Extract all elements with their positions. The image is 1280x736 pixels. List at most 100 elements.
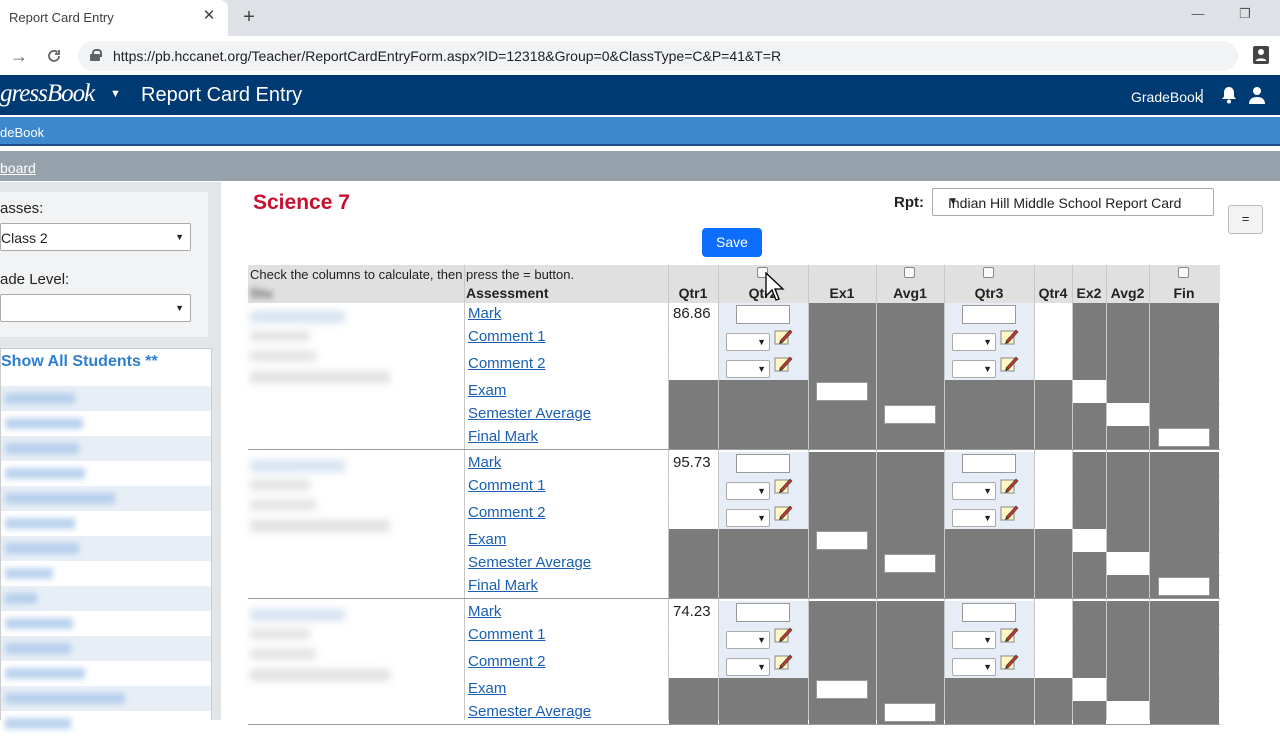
assessment-link-semester-average[interactable]: Semester Average — [468, 405, 591, 422]
calc-checkbox-fin[interactable] — [1178, 267, 1189, 278]
edit-comment-icon[interactable] — [774, 653, 794, 671]
student-list-item[interactable] — [1, 611, 211, 636]
assessment-link-comment-1[interactable]: Comment 1 — [468, 477, 546, 494]
student-list-item[interactable] — [1, 411, 211, 436]
edit-comment-icon[interactable] — [1000, 328, 1020, 346]
grade-input-avg1[interactable] — [884, 405, 936, 424]
grade-input-ex1[interactable] — [816, 680, 868, 699]
comment-select[interactable]: ▼ — [952, 360, 996, 378]
grade-cell-avg1 — [877, 678, 944, 701]
edit-comment-icon[interactable] — [1000, 504, 1020, 522]
profile-icon[interactable] — [1252, 46, 1270, 64]
student-list-item[interactable] — [1, 386, 211, 411]
user-icon[interactable] — [1249, 86, 1265, 104]
grade-cell-avg1 — [877, 326, 944, 353]
edit-comment-icon[interactable] — [774, 355, 794, 373]
grade-level-select[interactable]: ▼ — [0, 294, 191, 322]
grade-input-fin[interactable] — [1158, 577, 1210, 596]
comment-select[interactable]: ▼ — [952, 631, 996, 649]
save-button[interactable]: Save — [702, 228, 762, 257]
assessment-link-exam[interactable]: Exam — [468, 382, 506, 399]
assessment-link-semester-average[interactable]: Semester Average — [468, 703, 591, 720]
calc-checkbox-qtr3[interactable] — [983, 267, 994, 278]
assessment-link-final-mark[interactable]: Final Mark — [468, 577, 538, 594]
student-list-item[interactable] — [1, 486, 211, 511]
minimize-icon[interactable]: — — [1187, 6, 1209, 26]
assessment-link-final-mark[interactable]: Final Mark — [468, 428, 538, 445]
forward-icon[interactable]: → — [8, 45, 30, 67]
student-list-item[interactable] — [1, 511, 211, 536]
assessment-link-comment-2[interactable]: Comment 2 — [468, 653, 546, 670]
grade-input-qtr3[interactable] — [962, 603, 1016, 622]
grade-input-avg1[interactable] — [884, 703, 936, 722]
student-list-item[interactable] — [1, 436, 211, 461]
assessment-link-mark[interactable]: Mark — [468, 305, 501, 322]
edit-comment-icon[interactable] — [774, 626, 794, 644]
bell-icon[interactable] — [1220, 86, 1238, 104]
assessment-link-mark[interactable]: Mark — [468, 454, 501, 471]
edit-comment-icon[interactable] — [774, 328, 794, 346]
comment-select[interactable]: ▼ — [726, 509, 770, 527]
assessment-link-mark[interactable]: Mark — [468, 603, 501, 620]
edit-comment-icon[interactable] — [774, 477, 794, 495]
progressbook-logo[interactable]: gressBook — [0, 80, 95, 108]
student-list-item[interactable] — [1, 586, 211, 611]
assessment-link-comment-1[interactable]: Comment 1 — [468, 328, 546, 345]
comment-select[interactable]: ▼ — [726, 658, 770, 676]
student-list-item[interactable] — [1, 686, 211, 711]
grade-input-ex1[interactable] — [816, 531, 868, 550]
comment-select[interactable]: ▼ — [952, 509, 996, 527]
subnav-gradebook[interactable]: deBook — [0, 125, 44, 140]
grade-input-qtr3[interactable] — [962, 454, 1016, 473]
grade-input-qtr2[interactable] — [736, 305, 790, 324]
student-list-item[interactable] — [1, 711, 211, 736]
student-name-redacted — [5, 443, 79, 454]
grade-input-avg1[interactable] — [884, 554, 936, 573]
student-list-item[interactable] — [1, 536, 211, 561]
gradebook-link[interactable]: GradeBook — [1131, 89, 1202, 105]
comment-select[interactable]: ▼ — [952, 482, 996, 500]
browser-tab[interactable]: Report Card Entry ✕ — [0, 0, 228, 36]
calc-checkbox-avg1[interactable] — [904, 267, 915, 278]
grade-input-qtr2[interactable] — [736, 454, 790, 473]
grade-input-fin[interactable] — [1158, 428, 1210, 447]
grade-cell-fin — [1150, 651, 1219, 678]
edit-comment-icon[interactable] — [1000, 477, 1020, 495]
report-card-select[interactable]: Indian Hill Middle School Report Card ▼ — [932, 188, 1214, 216]
comment-select[interactable]: ▼ — [726, 360, 770, 378]
grade-input-ex1[interactable] — [816, 382, 868, 401]
maximize-icon[interactable]: ❐ — [1234, 6, 1256, 26]
edit-comment-icon[interactable] — [1000, 355, 1020, 373]
assessment-link-semester-average[interactable]: Semester Average — [468, 554, 591, 571]
student-list-item[interactable] — [1, 636, 211, 661]
student-list-item[interactable] — [1, 461, 211, 486]
calculate-button[interactable]: = — [1228, 205, 1263, 234]
assessment-link-comment-1[interactable]: Comment 1 — [468, 626, 546, 643]
comment-select[interactable]: ▼ — [726, 631, 770, 649]
assessment-link-comment-2[interactable]: Comment 2 — [468, 355, 546, 372]
reload-icon[interactable] — [43, 45, 65, 67]
grade-cell-avg2 — [1107, 502, 1149, 529]
assessment-link-exam[interactable]: Exam — [468, 680, 506, 697]
show-all-students-link[interactable]: Show All Students ** — [1, 353, 158, 371]
edit-comment-icon[interactable] — [774, 504, 794, 522]
chevron-down-icon[interactable]: ▼ — [110, 88, 121, 100]
breadcrumb-dashboard-link[interactable]: board — [0, 160, 36, 176]
edit-comment-icon[interactable] — [1000, 653, 1020, 671]
url-field[interactable]: https://pb.hccanet.org/Teacher/ReportCar… — [78, 41, 1238, 71]
comment-select[interactable]: ▼ — [726, 333, 770, 351]
class-select[interactable]: Class 2 ▼ — [0, 223, 191, 251]
student-name-redacted — [5, 643, 71, 654]
new-tab-icon[interactable]: + — [238, 6, 260, 28]
student-list-item[interactable] — [1, 661, 211, 686]
grade-input-qtr2[interactable] — [736, 603, 790, 622]
assessment-link-exam[interactable]: Exam — [468, 531, 506, 548]
edit-comment-icon[interactable] — [1000, 626, 1020, 644]
student-list-item[interactable] — [1, 561, 211, 586]
comment-select[interactable]: ▼ — [952, 333, 996, 351]
comment-select[interactable]: ▼ — [726, 482, 770, 500]
assessment-link-comment-2[interactable]: Comment 2 — [468, 504, 546, 521]
close-tab-icon[interactable]: ✕ — [200, 7, 218, 25]
grade-input-qtr3[interactable] — [962, 305, 1016, 324]
comment-select[interactable]: ▼ — [952, 658, 996, 676]
